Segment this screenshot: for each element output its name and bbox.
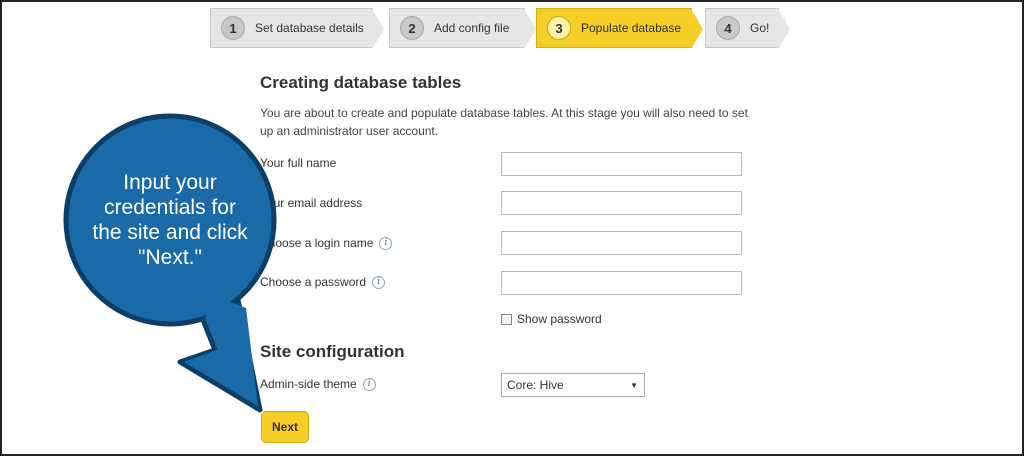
section-title-database-tables: Creating database tables — [260, 73, 462, 92]
step-arrow — [524, 9, 536, 49]
email-label-text: Your email address — [260, 196, 363, 210]
password-label-text: Choose a password — [260, 275, 367, 289]
info-icon[interactable]: i — [362, 377, 376, 391]
step-populate-database: 3 Populate database — [536, 8, 703, 49]
password-input[interactable] — [501, 271, 742, 295]
section-title-site-configuration: Site configuration — [260, 342, 405, 361]
show-password-checkbox[interactable]: Show password — [501, 312, 602, 326]
theme-label-text: Admin-side theme — [260, 377, 357, 391]
info-icon[interactable]: i — [372, 275, 386, 289]
step-arrow — [372, 9, 384, 49]
step-number: 2 — [400, 16, 424, 40]
step-go: 4 Go! — [705, 8, 790, 49]
step-label: Populate database — [581, 21, 682, 35]
step-label: Go! — [750, 21, 770, 35]
login-name-input[interactable] — [501, 231, 742, 255]
step-label: Add config file — [434, 21, 510, 35]
login-name-label: Choose a login name i — [260, 236, 393, 250]
next-button[interactable]: Next — [261, 411, 309, 443]
full-name-label: Your full name — [260, 156, 336, 170]
step-arrow — [691, 9, 703, 49]
callout-arrow-fill — [184, 296, 258, 406]
theme-select-value: Core: Hive — [507, 378, 564, 392]
email-label: Your email address — [260, 196, 362, 210]
callout-arrow — [177, 297, 263, 413]
checkbox-icon[interactable] — [501, 313, 512, 325]
theme-label: Admin-side theme i — [260, 377, 376, 391]
intro-text: You are about to create and populate dat… — [260, 106, 748, 138]
step-set-database-details: 1 Set database details — [210, 8, 384, 49]
theme-select[interactable]: Core: Hive ▼ — [501, 373, 645, 397]
chevron-down-icon: ▼ — [630, 380, 638, 390]
step-label: Set database details — [255, 21, 364, 35]
step-number: 3 — [547, 16, 571, 40]
email-input[interactable] — [501, 191, 742, 215]
full-name-input[interactable] — [501, 152, 742, 176]
full-name-label-text: Your full name — [260, 156, 337, 170]
callout-text: Input your credentials for the site and … — [92, 171, 248, 269]
login-name-label-text: Choose a login name — [260, 236, 374, 250]
step-number: 1 — [221, 16, 245, 40]
password-label: Choose a password i — [260, 275, 386, 289]
info-icon[interactable]: i — [379, 236, 393, 250]
show-password-label: Show password — [517, 312, 602, 326]
step-add-config-file: 2 Add config file — [389, 8, 536, 49]
step-number: 4 — [716, 16, 740, 40]
step-arrow — [778, 9, 790, 49]
